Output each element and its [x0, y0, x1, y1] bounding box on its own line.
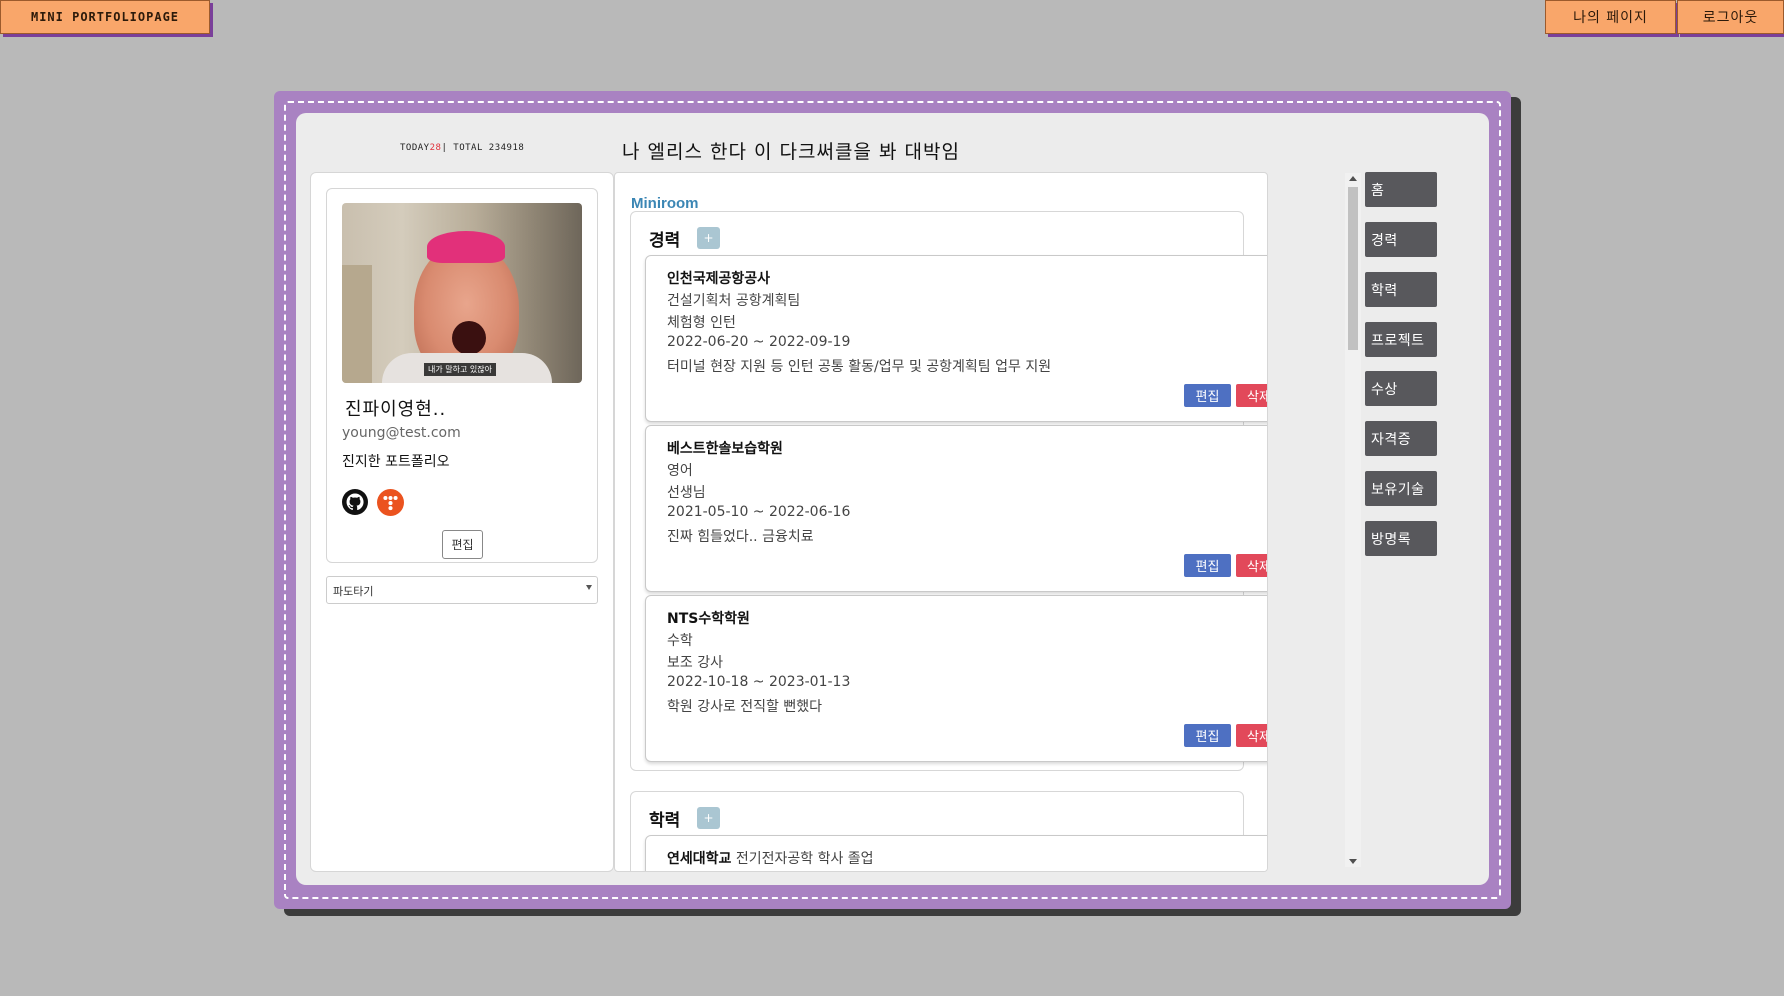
career-desc: 학원 강사로 전직할 뻔했다 — [667, 699, 823, 715]
scroll-up-arrow-icon[interactable] — [1349, 176, 1357, 181]
education-entry: 연세대학교 전기전자공학 학사 졸업 — [645, 835, 1267, 871]
edit-career-button[interactable]: 편집 — [1184, 384, 1231, 407]
career-title: 경력 — [649, 231, 681, 251]
edit-career-button[interactable]: 편집 — [1184, 724, 1231, 747]
profile-name: 진파이영현.. — [345, 399, 447, 420]
nav-tab-award[interactable]: 수상 — [1365, 371, 1437, 406]
chevron-down-icon — [586, 585, 592, 590]
visitor-counter: TODAY28| TOTAL 234918 — [400, 143, 524, 153]
profile-description: 진지한 포트폴리오 — [342, 454, 450, 470]
career-org: 인천국제공항공사 — [667, 271, 771, 287]
education-title: 학력 — [649, 811, 681, 831]
nav-tab-home[interactable]: 홈 — [1365, 172, 1437, 207]
minihompy-frame: TODAY28| TOTAL 234918 나 엘리스 한다 이 다크써클을 봐… — [274, 91, 1511, 909]
scroll-down-arrow-icon[interactable] — [1349, 859, 1357, 864]
counter-separator: | — [441, 143, 448, 153]
bgm-select[interactable]: 파도타기 — [326, 576, 598, 604]
career-dept: 영어 — [667, 463, 693, 479]
career-entry: 인천국제공항공사 건설기획처 공항계획팀 체험형 인턴 2022-06-20 ~… — [645, 255, 1267, 422]
edit-career-button[interactable]: 편집 — [1184, 554, 1231, 577]
career-role: 선생님 — [667, 485, 706, 501]
github-icon[interactable] — [342, 489, 368, 515]
profile-panel: 내가 말하고 있잖아 진파이영현.. young@test.com 진지한 포트… — [310, 172, 614, 872]
education-school: 연세대학교 — [667, 851, 732, 867]
total-value: 234918 — [488, 143, 525, 153]
tistory-icon[interactable] — [377, 489, 404, 516]
add-career-button[interactable]: + — [697, 227, 720, 249]
today-value: 28 — [429, 143, 442, 153]
career-period: 2022-06-20 ~ 2022-09-19 — [667, 334, 851, 350]
edit-profile-button[interactable]: 편집 — [442, 530, 483, 559]
today-label: TODAY — [400, 143, 430, 153]
delete-career-button[interactable]: 삭제 — [1236, 384, 1267, 407]
nav-tab-education[interactable]: 학력 — [1365, 272, 1437, 307]
photo-bandana — [427, 231, 505, 263]
nav-tab-skills[interactable]: 보유기술 — [1365, 471, 1437, 506]
delete-career-button[interactable]: 삭제 — [1236, 554, 1267, 577]
career-entry: 베스트한솔보습학원 영어 선생님 2021-05-10 ~ 2022-06-16… — [645, 425, 1267, 592]
career-desc: 터미널 현장 지원 등 인턴 공통 활동/업무 및 공항계획팀 업무 지원 — [667, 359, 1052, 375]
bgm-selected-value: 파도타기 — [333, 585, 374, 598]
career-role: 체험형 인턴 — [667, 315, 736, 331]
profile-photo: 내가 말하고 있잖아 — [342, 203, 582, 383]
career-dept: 수학 — [667, 633, 693, 649]
career-entry: NTS수학학원 수학 보조 강사 2022-10-18 ~ 2023-01-13… — [645, 595, 1267, 762]
career-period: 2022-10-18 ~ 2023-01-13 — [667, 674, 851, 690]
page-title: 나 엘리스 한다 이 다크써클을 봐 대박임 — [622, 141, 960, 163]
career-org: NTS수학학원 — [667, 611, 750, 627]
career-org: 베스트한솔보습학원 — [667, 441, 783, 457]
nav-tab-certificate[interactable]: 자격증 — [1365, 421, 1437, 456]
career-period: 2021-05-10 ~ 2022-06-16 — [667, 504, 851, 520]
nav-tab-project[interactable]: 프로젝트 — [1365, 322, 1437, 357]
inner-panel: TODAY28| TOTAL 234918 나 엘리스 한다 이 다크써클을 봐… — [296, 113, 1489, 885]
main-content-panel[interactable]: Miniroom 경력 + 인천국제공항공사 건설기획처 공항계획팀 체험형 인… — [614, 172, 1268, 872]
career-dept: 건설기획처 공항계획팀 — [667, 293, 801, 309]
photo-background-door — [342, 265, 372, 383]
logout-button[interactable]: 로그아웃 — [1677, 0, 1784, 34]
total-label: TOTAL — [453, 143, 483, 153]
photo-mouth — [452, 321, 486, 355]
career-desc: 진짜 힘들었다.. 금융치료 — [667, 529, 814, 545]
my-page-button[interactable]: 나의 페이지 — [1545, 0, 1676, 34]
content-scrollbar[interactable] — [1345, 173, 1361, 867]
education-detail: 전기전자공학 학사 졸업 — [735, 851, 874, 867]
career-role: 보조 강사 — [667, 655, 723, 671]
profile-email: young@test.com — [342, 425, 461, 441]
photo-caption: 내가 말하고 있잖아 — [424, 363, 496, 376]
profile-card: 내가 말하고 있잖아 진파이영현.. young@test.com 진지한 포트… — [326, 188, 598, 563]
add-education-button[interactable]: + — [697, 807, 720, 829]
site-logo-button[interactable]: MINI PORTFOLIOPAGE — [0, 0, 210, 34]
nav-tab-career[interactable]: 경력 — [1365, 222, 1437, 257]
nav-tab-guestbook[interactable]: 방명록 — [1365, 521, 1437, 556]
miniroom-label: Miniroom — [631, 195, 699, 212]
delete-career-button[interactable]: 삭제 — [1236, 724, 1267, 747]
scrollbar-thumb[interactable] — [1348, 187, 1358, 350]
